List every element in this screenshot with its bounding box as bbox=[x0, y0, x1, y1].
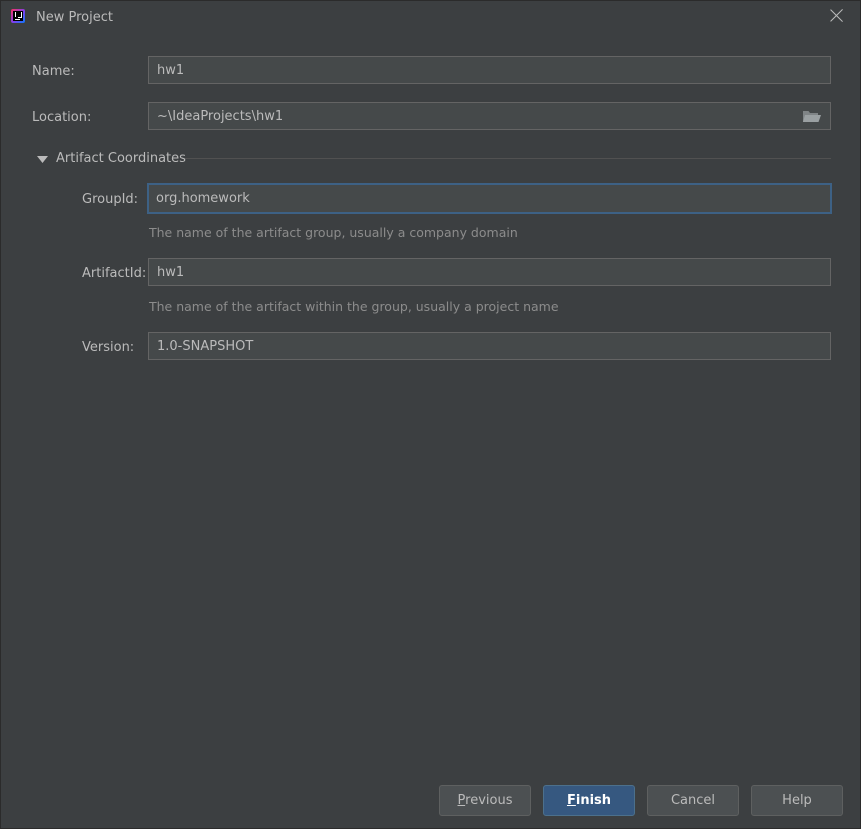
cancel-button[interactable]: Cancel bbox=[647, 785, 739, 816]
finish-label: inish bbox=[575, 793, 612, 808]
new-project-dialog: New Project Name: Location: Artifact Coo… bbox=[0, 0, 861, 829]
close-icon[interactable] bbox=[828, 7, 846, 25]
intellij-idea-icon bbox=[11, 9, 25, 23]
artifactid-field[interactable] bbox=[148, 258, 831, 286]
title-bar: New Project bbox=[1, 1, 860, 35]
artifactid-hint: The name of the artifact within the grou… bbox=[149, 299, 559, 314]
help-button[interactable]: Help bbox=[751, 785, 843, 816]
finish-button[interactable]: Finish bbox=[543, 785, 635, 816]
location-field[interactable] bbox=[148, 102, 831, 130]
section-divider bbox=[185, 158, 831, 159]
groupid-field[interactable] bbox=[147, 183, 832, 214]
location-label: Location: bbox=[32, 110, 92, 125]
triangle-down-icon[interactable] bbox=[37, 154, 49, 164]
previous-mnemonic: P bbox=[457, 793, 466, 808]
artifactid-label: ArtifactId: bbox=[82, 266, 147, 281]
folder-icon[interactable] bbox=[802, 108, 824, 128]
artifact-coordinates-section-label[interactable]: Artifact Coordinates bbox=[56, 151, 186, 166]
finish-mnemonic: F bbox=[566, 793, 576, 808]
groupid-hint: The name of the artifact group, usually … bbox=[149, 225, 518, 240]
previous-label: revious bbox=[465, 793, 513, 808]
version-label: Version: bbox=[82, 340, 135, 355]
previous-button[interactable]: Previous bbox=[439, 785, 531, 816]
name-label: Name: bbox=[32, 64, 75, 79]
name-field[interactable] bbox=[148, 56, 831, 84]
dialog-title: New Project bbox=[36, 10, 113, 25]
groupid-label: GroupId: bbox=[82, 192, 139, 207]
version-field[interactable] bbox=[148, 332, 831, 360]
